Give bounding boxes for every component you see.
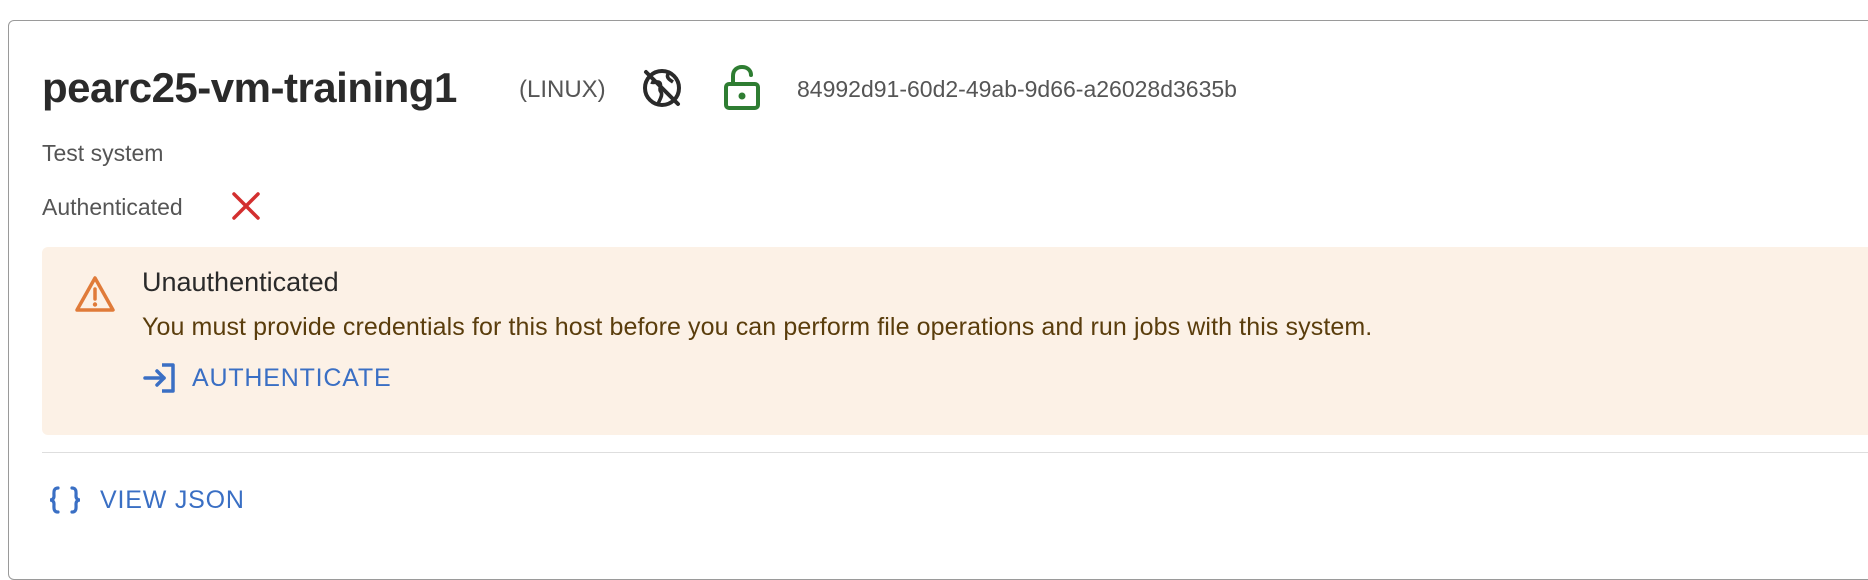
alert-title: Unauthenticated xyxy=(142,267,339,297)
close-icon xyxy=(232,192,260,220)
view-json-button[interactable]: VIEW JSON xyxy=(48,477,245,523)
unauthenticated-alert: Unauthenticated You must provide credent… xyxy=(42,247,1868,435)
login-icon xyxy=(143,363,175,393)
alert-message: You must provide credentials for this ho… xyxy=(142,313,1373,341)
system-description: Test system xyxy=(42,140,164,166)
system-header: pearc25-vm-training1 (LINUX) 84992d91-60… xyxy=(0,0,1868,220)
warning-icon xyxy=(75,276,115,312)
public-off-globe-icon xyxy=(643,69,681,107)
authenticated-label: Authenticated xyxy=(42,194,183,220)
system-uuid: 84992d91-60d2-49ab-9d66-a26028d3635b xyxy=(797,76,1237,102)
authenticate-label: AUTHENTICATE xyxy=(192,363,392,392)
authenticate-button[interactable]: AUTHENTICATE xyxy=(142,355,391,401)
lock-open-icon xyxy=(724,64,760,110)
braces-icon xyxy=(49,486,81,514)
system-name: pearc25-vm-training1 xyxy=(42,64,457,111)
divider xyxy=(42,452,1868,453)
view-json-label: VIEW JSON xyxy=(100,485,245,514)
system-os: (LINUX) xyxy=(519,76,606,103)
